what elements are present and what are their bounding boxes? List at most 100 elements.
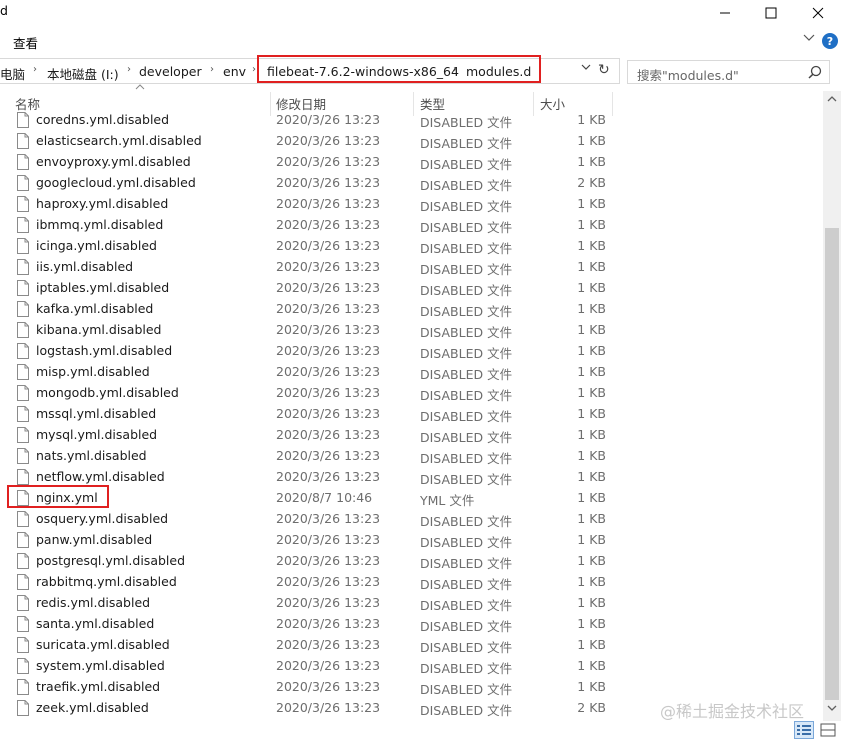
file-date: 2020/3/26 13:23 [276,553,381,568]
scroll-down-icon[interactable] [827,705,837,711]
file-row[interactable]: ibmmq.yml.disabled 2020/3/26 13:23 DISABLE… [0,215,820,236]
file-row[interactable]: traefik.yml.disabled 2020/3/26 13:23 DISAB… [0,677,820,698]
file-row[interactable]: mysql.yml.disabled 2020/3/26 13:23 DISABLE… [0,425,820,446]
file-row[interactable]: mongodb.yml.disabled 2020/3/26 13:23 DISAB… [0,383,820,404]
file-type: DISABLED 文件 [420,178,513,193]
close-icon [812,7,824,19]
file-row[interactable]: osquery.yml.disabled 2020/3/26 13:23 DISAB… [0,509,820,530]
file-row[interactable]: elasticsearch.yml.disabled 2020/3/26 13:2… [0,131,820,152]
file-size: 1 KB [577,196,606,211]
search-icon[interactable] [808,65,822,79]
tab-view[interactable]: 查看 [13,33,38,52]
file-type: DISABLED 文件 [420,241,513,256]
file-row[interactable]: nats.yml.disabled 2020/3/26 13:23 DISABLED… [0,446,820,467]
file-type: DISABLED 文件 [420,451,513,466]
file-name: zeek.yml.disabled [36,700,149,715]
file-row[interactable]: kibana.yml.disabled 2020/3/26 13:23 DISABL… [0,320,820,341]
file-row[interactable]: icinga.yml.disabled 2020/3/26 13:23 DISABL… [0,236,820,257]
breadcrumb-separator[interactable]: › [33,64,37,75]
breadcrumb-separator[interactable]: › [252,64,256,75]
title-bar: d [0,0,841,26]
file-row[interactable]: netflow.yml.disabled 2020/3/26 13:23 DISAB… [0,467,820,488]
file-row[interactable]: envoyproxy.yml.disabled 2020/3/26 13:23 DI… [0,152,820,173]
close-button[interactable] [795,0,841,26]
chevron-down-icon[interactable] [803,34,815,42]
file-type: DISABLED 文件 [420,472,513,487]
address-history-chevron-icon[interactable] [581,64,591,71]
sort-ascending-icon [135,84,145,90]
file-date: 2020/3/26 13:23 [276,448,381,463]
file-date: 2020/3/26 13:23 [276,175,381,190]
file-date: 2020/3/26 13:23 [276,364,381,379]
file-row[interactable]: coredns.yml.disabled 2020/3/26 13:23 DISAB… [0,110,820,131]
file-date: 2020/3/26 13:23 [276,532,381,547]
file-size: 1 KB [577,490,606,505]
file-size: 1 KB [577,301,606,316]
file-row[interactable]: panw.yml.disabled 2020/3/26 13:23 DISABLED… [0,530,820,551]
file-type: DISABLED 文件 [420,535,513,550]
breadcrumb-env[interactable]: env [223,64,246,79]
file-date: 2020/3/26 13:23 [276,133,381,148]
file-icon [17,700,29,716]
file-type: DISABLED 文件 [420,514,513,529]
file-size: 1 KB [577,616,606,631]
file-row[interactable]: iis.yml.disabled 2020/3/26 13:23 DISABLED … [0,257,820,278]
breadcrumb-separator[interactable]: › [127,64,131,75]
refresh-icon[interactable]: ↻ [598,62,610,78]
file-row[interactable]: misp.yml.disabled 2020/3/26 13:23 DISABLED… [0,362,820,383]
search-input[interactable]: 搜索"modules.d" [627,60,830,84]
minimize-button[interactable] [702,0,748,26]
file-type: DISABLED 文件 [420,577,513,592]
breadcrumb-separator[interactable]: › [210,64,214,75]
file-size: 1 KB [577,469,606,484]
file-row[interactable]: system.yml.disabled 2020/3/26 13:23 DISABL… [0,656,820,677]
file-row[interactable]: nginx.yml 2020/8/7 10:46 YML 文件 1 KB [0,488,820,509]
file-row[interactable]: postgresql.yml.disabled 2020/3/26 13:23 DI… [0,551,820,572]
search-placeholder: 搜索"modules.d" [637,68,739,83]
scrollbar-thumb[interactable] [825,228,839,700]
maximize-button[interactable] [748,0,794,26]
file-date: 2020/3/26 13:23 [276,280,381,295]
file-type: DISABLED 文件 [420,640,513,655]
maximize-icon [765,7,777,19]
file-icon [17,238,29,254]
file-type: DISABLED 文件 [420,325,513,340]
file-icon [17,196,29,212]
file-date: 2020/8/7 10:46 [276,490,373,505]
file-type: DISABLED 文件 [420,556,513,571]
breadcrumb-developer[interactable]: developer [139,64,202,79]
file-date: 2020/3/26 13:23 [276,301,381,316]
scroll-up-icon[interactable] [827,96,837,102]
file-type: DISABLED 文件 [420,682,513,697]
file-date: 2020/3/26 13:23 [276,154,381,169]
file-row[interactable]: logstash.yml.disabled 2020/3/26 13:23 DISA… [0,341,820,362]
file-size: 1 KB [577,343,606,358]
file-size: 1 KB [577,574,606,589]
file-date: 2020/3/26 13:23 [276,217,381,232]
file-name: rabbitmq.yml.disabled [36,574,177,589]
file-name: osquery.yml.disabled [36,511,169,526]
breadcrumb-computer[interactable]: 电脑 [0,64,25,83]
file-row[interactable]: suricata.yml.disabled 2020/3/26 13:23 DISA… [0,635,820,656]
file-type: DISABLED 文件 [420,304,513,319]
file-row[interactable]: haproxy.yml.disabled 2020/3/26 13:23 DISAB… [0,194,820,215]
file-row[interactable]: iptables.yml.disabled 2020/3/26 13:23 DISA… [0,278,820,299]
file-date: 2020/3/26 13:23 [276,595,381,610]
file-date: 2020/3/26 13:23 [276,385,381,400]
help-icon[interactable]: ? [822,33,838,49]
file-row[interactable]: googlecloud.yml.disabled 2020/3/26 13:23 D… [0,173,820,194]
file-row[interactable]: rabbitmq.yml.disabled 2020/3/26 13:23 DISA… [0,572,820,593]
file-size: 1 KB [577,364,606,379]
file-row[interactable]: santa.yml.disabled 2020/3/26 13:23 DISABLE… [0,614,820,635]
details-view-button[interactable] [794,721,814,739]
file-date: 2020/3/26 13:23 [276,511,381,526]
ribbon: 查看 [0,26,841,56]
file-name: redis.yml.disabled [36,595,151,610]
file-name: icinga.yml.disabled [36,238,157,253]
file-row[interactable]: kafka.yml.disabled 2020/3/26 13:23 DISABLE… [0,299,820,320]
breadcrumb-drive[interactable]: 本地磁盘 (I:) [47,64,119,83]
large-icons-view-button[interactable] [818,721,838,739]
file-date: 2020/3/26 13:23 [276,259,381,274]
file-row[interactable]: mssql.yml.disabled 2020/3/26 13:23 DISABLE… [0,404,820,425]
file-row[interactable]: redis.yml.disabled 2020/3/26 13:23 DISABLE… [0,593,820,614]
